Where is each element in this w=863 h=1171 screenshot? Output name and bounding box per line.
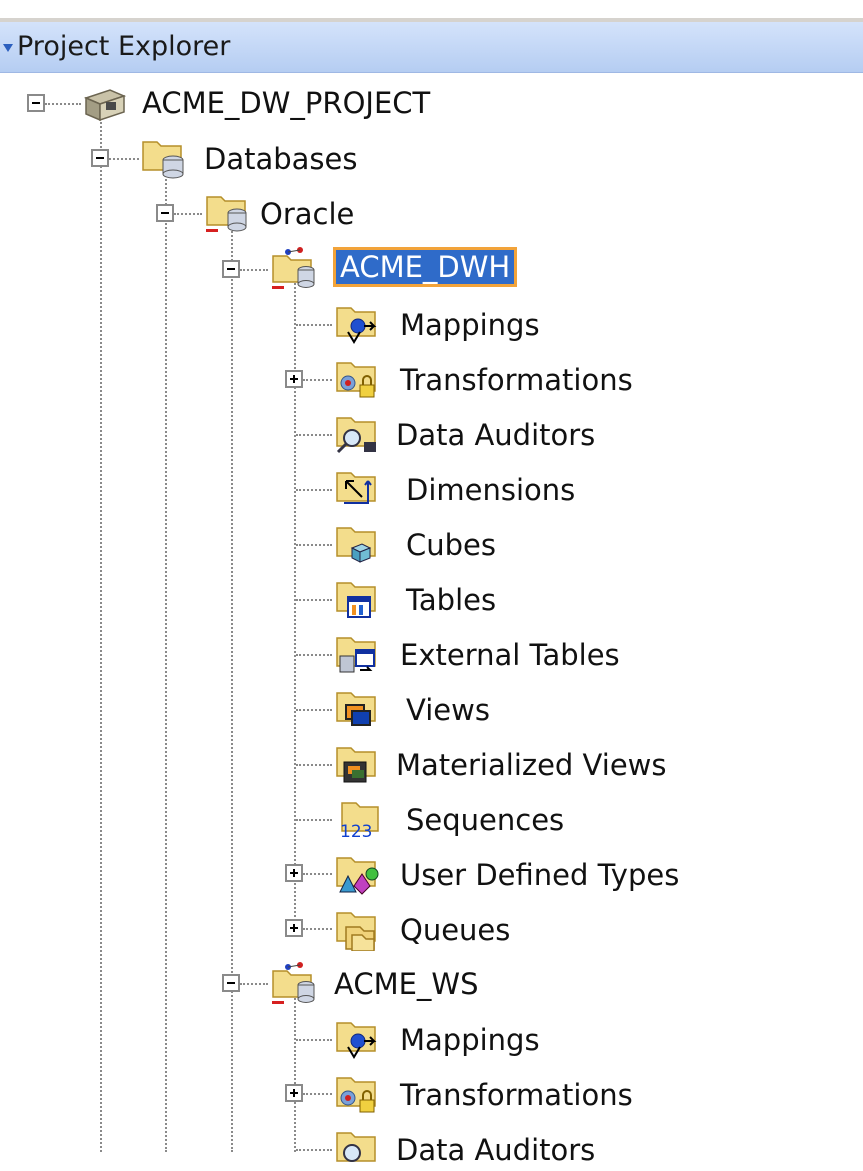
tree-guide-line bbox=[165, 172, 167, 1152]
sequences-folder-icon: 123 bbox=[340, 802, 379, 841]
tree-node-label-selected: ACME_DWH bbox=[332, 247, 518, 287]
tree-node-project[interactable]: ACME_DW_PROJECT bbox=[82, 80, 502, 124]
cubes-folder-icon bbox=[336, 527, 376, 563]
tree-node-transformations[interactable]: Transformations bbox=[334, 357, 674, 401]
user-defined-types-folder-icon bbox=[336, 857, 379, 895]
collapse-toggle-project[interactable] bbox=[27, 94, 45, 112]
tree-node-sequences[interactable]: 123 Sequences bbox=[334, 797, 634, 841]
tree-node-label: Queues bbox=[400, 913, 511, 947]
collapse-toggle-acme-dwh[interactable] bbox=[222, 260, 240, 278]
expand-toggle-queues[interactable] bbox=[285, 919, 303, 937]
tree-node-transformations[interactable]: Transformations bbox=[334, 1072, 674, 1116]
tree-branch-line bbox=[296, 1149, 332, 1151]
data-auditors-folder-icon bbox=[336, 417, 376, 454]
tree-branch-line bbox=[296, 1039, 332, 1041]
tree-branch-line bbox=[303, 1093, 332, 1095]
transformations-folder-icon bbox=[336, 1077, 376, 1113]
tree-node-data-auditors[interactable]: Data Auditors bbox=[334, 412, 634, 456]
tree-node-materialized-views[interactable]: Materialized Views bbox=[334, 742, 714, 786]
tree-node-label: Oracle bbox=[260, 197, 355, 231]
tree-guide-line bbox=[231, 228, 233, 1152]
tree-node-databases[interactable]: Databases bbox=[140, 136, 440, 180]
tree-branch-line bbox=[45, 103, 81, 105]
tree-branch-line bbox=[303, 928, 332, 930]
tree-branch-line bbox=[296, 599, 332, 601]
tree-node-mappings[interactable]: Mappings bbox=[334, 1017, 634, 1061]
tree-guide-line bbox=[294, 998, 296, 1152]
tree-branch-line bbox=[174, 213, 202, 215]
tree-node-external-tables[interactable]: External Tables bbox=[334, 632, 674, 676]
tree-branch-line bbox=[296, 764, 332, 766]
tree-node-acme-ws[interactable]: ACME_WS bbox=[270, 961, 570, 1005]
tree-guide-line bbox=[100, 118, 102, 1152]
tree-node-label: Cubes bbox=[406, 528, 496, 562]
project-explorer-header[interactable]: Project Explorer bbox=[0, 22, 863, 73]
tree-branch-line bbox=[296, 654, 332, 656]
expand-toggle-user-defined-types[interactable] bbox=[285, 864, 303, 882]
tree-node-oracle[interactable]: Oracle bbox=[204, 191, 464, 235]
tree-node-label: User Defined Types bbox=[400, 858, 680, 892]
tree-node-dimensions[interactable]: Dimensions bbox=[334, 467, 634, 511]
tree-node-tables[interactable]: Tables bbox=[334, 577, 634, 621]
oracle-module-icon bbox=[272, 247, 315, 289]
tree-node-label: Databases bbox=[204, 142, 358, 176]
tree-node-user-defined-types[interactable]: User Defined Types bbox=[334, 852, 734, 896]
external-tables-folder-icon bbox=[336, 637, 376, 673]
tree-node-views[interactable]: Views bbox=[334, 687, 634, 731]
collapse-triangle-icon[interactable] bbox=[3, 44, 13, 52]
tree-node-data-auditors[interactable]: Data Auditors bbox=[334, 1127, 634, 1171]
tree-node-acme-dwh[interactable]: ACME_DWH bbox=[270, 246, 570, 290]
tree-node-label: Transformations bbox=[400, 363, 633, 397]
svg-text:123: 123 bbox=[340, 822, 372, 841]
tree-branch-line bbox=[303, 379, 332, 381]
expand-toggle-transformations[interactable] bbox=[285, 370, 303, 388]
tree-branch-line bbox=[296, 819, 332, 821]
tree-node-label: Transformations bbox=[400, 1078, 633, 1112]
tree-node-label: Dimensions bbox=[406, 473, 576, 507]
mappings-folder-icon bbox=[336, 307, 377, 344]
tree-branch-line bbox=[296, 544, 332, 546]
databases-folder-icon bbox=[142, 141, 184, 179]
tree-branch-line bbox=[109, 158, 139, 160]
materialized-views-folder-icon bbox=[336, 747, 376, 783]
tree-node-label: Data Auditors bbox=[396, 418, 596, 452]
views-folder-icon bbox=[336, 692, 376, 726]
tree-node-label: External Tables bbox=[400, 638, 620, 672]
tree-node-label: Views bbox=[406, 693, 490, 727]
dimensions-folder-icon bbox=[336, 472, 376, 504]
tree-branch-line bbox=[296, 434, 332, 436]
tree-branch-line bbox=[296, 709, 332, 711]
tree-branch-line bbox=[240, 983, 268, 985]
mappings-folder-icon bbox=[336, 1022, 377, 1059]
tree-node-label: Tables bbox=[406, 583, 497, 617]
tree-branch-line bbox=[296, 489, 332, 491]
tree-branch-line bbox=[240, 269, 268, 271]
tree-node-label: Mappings bbox=[400, 1023, 540, 1057]
tree-branch-line bbox=[296, 324, 332, 326]
data-auditors-folder-icon bbox=[336, 1132, 376, 1162]
collapse-toggle-acme-ws[interactable] bbox=[222, 974, 240, 992]
tree-node-mappings[interactable]: Mappings bbox=[334, 302, 634, 346]
panel-title: Project Explorer bbox=[17, 31, 231, 62]
tree-node-label: Materialized Views bbox=[396, 748, 667, 782]
collapse-toggle-databases[interactable] bbox=[91, 149, 109, 167]
tree-node-label: ACME_DW_PROJECT bbox=[142, 86, 431, 120]
tree-node-label: Sequences bbox=[406, 803, 565, 837]
project-icon bbox=[83, 89, 127, 122]
collapse-toggle-oracle[interactable] bbox=[156, 204, 174, 222]
tables-folder-icon bbox=[336, 582, 376, 618]
top-edge bbox=[0, 0, 863, 22]
oracle-folder-icon bbox=[206, 196, 247, 232]
tree-branch-line bbox=[303, 873, 332, 875]
expand-toggle-transformations[interactable] bbox=[285, 1084, 303, 1102]
tree-node-queues[interactable]: Queues bbox=[334, 907, 634, 951]
tree-node-cubes[interactable]: Cubes bbox=[334, 522, 634, 566]
tree-node-label: Data Auditors bbox=[396, 1133, 596, 1167]
tree-node-label: ACME_WS bbox=[334, 967, 479, 1001]
oracle-module-icon bbox=[272, 962, 315, 1004]
transformations-folder-icon bbox=[336, 362, 376, 398]
tree-node-label: Mappings bbox=[400, 308, 540, 342]
queues-folder-icon bbox=[336, 912, 376, 951]
